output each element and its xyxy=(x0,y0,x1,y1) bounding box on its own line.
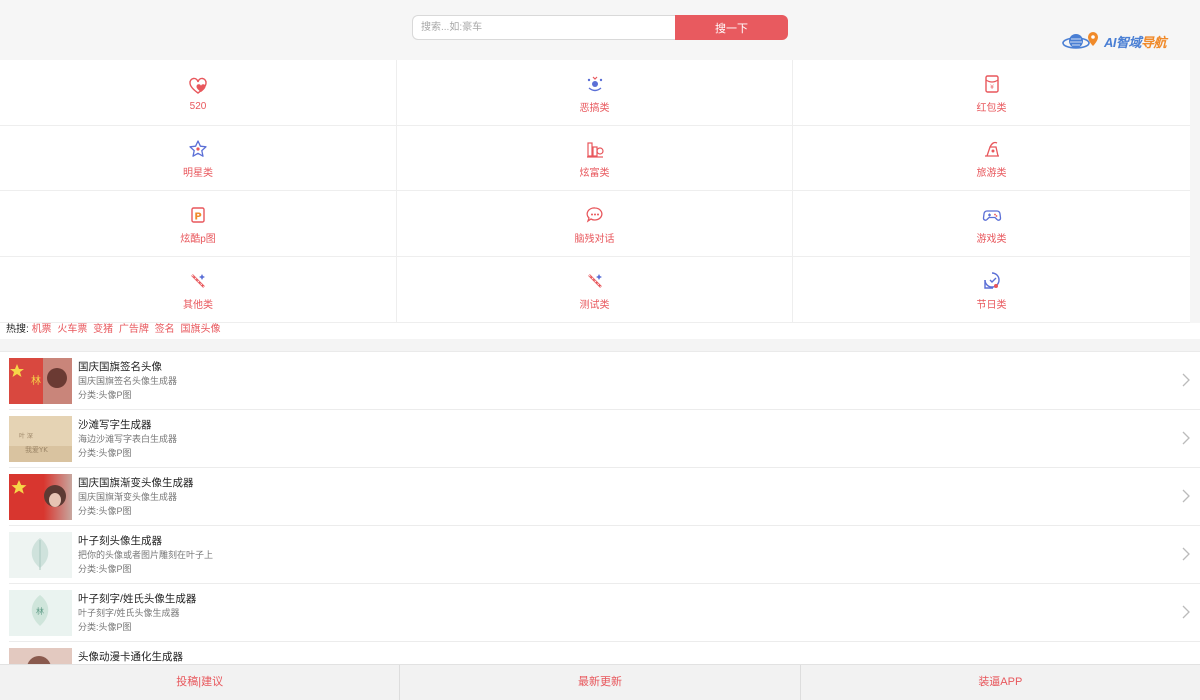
category-games[interactable]: 游戏类 xyxy=(793,191,1190,257)
category-cool-photoshop[interactable]: P 炫酷p图 xyxy=(0,191,397,257)
search-form: 搜一下 xyxy=(412,15,788,40)
search-button[interactable]: 搜一下 xyxy=(675,15,788,40)
sand-writing-thumbnail: 叶 深我爱YK xyxy=(9,416,72,462)
list-item-title: 头像动漫卡通化生成器 xyxy=(78,651,183,663)
category-red-envelope[interactable]: ¥ 红包类 xyxy=(793,60,1190,126)
category-label: 脑残对话 xyxy=(574,233,615,245)
category-label: 节日类 xyxy=(976,299,1007,311)
site-logo[interactable]: AI智域导航 xyxy=(1062,28,1182,54)
hot-search-link[interactable]: 签名 xyxy=(155,324,175,335)
list-item-title: 国庆国旗签名头像 xyxy=(78,361,162,373)
category-label: 游戏类 xyxy=(976,233,1007,245)
festival-icon xyxy=(982,271,1002,291)
list-item-title: 国庆国旗渐变头像生成器 xyxy=(78,477,194,489)
money-stack-icon xyxy=(585,139,605,159)
search-input[interactable] xyxy=(412,15,675,40)
svg-text:¥: ¥ xyxy=(990,84,994,91)
category-prank[interactable]: 恶搞类 xyxy=(397,60,793,126)
category-test[interactable]: 测试类 xyxy=(397,257,793,323)
list-item[interactable]: 林 国庆国旗签名头像 国庆国旗签名头像生成器 分类:头像P图 xyxy=(9,352,1200,410)
svg-text:林: 林 xyxy=(36,606,44,616)
hot-search-title: 热搜: xyxy=(6,324,29,335)
travel-icon xyxy=(982,139,1002,159)
list-item[interactable]: 头像动漫卡通化生成器 xyxy=(9,642,1200,664)
flag-gradient-thumbnail xyxy=(9,474,72,520)
submit-suggestion-link[interactable]: 投稿|建议 xyxy=(0,665,401,700)
category-label: 炫酷p图 xyxy=(180,233,216,245)
red-envelope-icon: ¥ xyxy=(982,74,1002,94)
chevron-right-icon xyxy=(1180,546,1192,562)
logo-text: AI智域导航 xyxy=(1104,34,1167,50)
p-badge-icon: P xyxy=(188,205,208,225)
header: 搜一下 AI智域导航 xyxy=(0,0,1200,60)
hot-search-link[interactable]: 广告牌 xyxy=(119,324,149,335)
list-item-title: 叶子刻字/姓氏头像生成器 xyxy=(78,593,197,605)
hot-search-link[interactable]: 变猪 xyxy=(93,324,113,335)
list-item-title: 叶子刻头像生成器 xyxy=(78,535,162,547)
category-travel[interactable]: 旅游类 xyxy=(793,126,1190,191)
tool-list: 林 国庆国旗签名头像 国庆国旗签名头像生成器 分类:头像P图 叶 深我爱YK 沙… xyxy=(0,351,1200,664)
list-item-category: 分类:头像P图 xyxy=(78,448,132,458)
category-label: 其他类 xyxy=(183,299,213,311)
hot-search-bar: 热搜: 机票 火车票 变猪 广告牌 签名 国旗头像 xyxy=(0,323,1200,339)
list-item[interactable]: 国庆国旗渐变头像生成器 国庆国旗渐变头像生成器 分类:头像P图 xyxy=(9,468,1200,526)
anime-portrait-thumbnail xyxy=(9,648,72,664)
category-label: 旅游类 xyxy=(976,168,1007,179)
section-divider xyxy=(0,339,1200,351)
list-item-description: 海边沙滩写字表白生成器 xyxy=(78,434,178,444)
clown-face-icon xyxy=(585,74,605,94)
list-item-category: 分类:头像P图 xyxy=(78,564,132,574)
bottom-nav-bar: 投稿|建议 最新更新 装逼APP xyxy=(0,664,1200,700)
chevron-right-icon xyxy=(1180,488,1192,504)
category-grid: 520 恶搞类 ¥ 红包类 明星类 炫富类 旅游类 P 炫酷p图 脑残对话 游戏… xyxy=(0,60,1190,323)
category-celebrity[interactable]: 明星类 xyxy=(0,126,397,191)
category-label: 520 xyxy=(189,100,207,112)
svg-text:叶 深: 叶 深 xyxy=(19,432,33,440)
list-item-description: 叶子刻字/姓氏头像生成器 xyxy=(78,608,180,618)
category-label: 恶搞类 xyxy=(579,102,610,114)
magic-wand-icon xyxy=(188,271,208,291)
gamepad-icon xyxy=(982,205,1002,225)
hot-search-link[interactable]: 机票 xyxy=(32,324,52,335)
list-item[interactable]: 林 叶子刻字/姓氏头像生成器 叶子刻字/姓氏头像生成器 分类:头像P图 xyxy=(9,584,1200,642)
list-item[interactable]: 叶 深我爱YK 沙滩写字生成器 海边沙滩写字表白生成器 分类:头像P图 xyxy=(9,410,1200,468)
category-other[interactable]: 其他类 xyxy=(0,257,397,323)
list-item-category: 分类:头像P图 xyxy=(78,506,132,516)
category-520[interactable]: 520 xyxy=(0,60,397,126)
latest-updates-link[interactable]: 最新更新 xyxy=(400,665,801,700)
category-label: 炫富类 xyxy=(579,168,610,179)
category-show-off[interactable]: 炫富类 xyxy=(397,126,793,191)
magic-wand-icon xyxy=(585,271,605,291)
hot-search-link[interactable]: 国旗头像 xyxy=(180,324,220,335)
globe-pin-icon xyxy=(1062,32,1098,49)
list-item-category: 分类:头像P图 xyxy=(78,390,132,400)
category-label: 红包类 xyxy=(976,102,1007,114)
svg-text:P: P xyxy=(194,211,201,222)
list-item-category: 分类:头像P图 xyxy=(78,622,132,632)
list-item-description: 国庆国旗渐变头像生成器 xyxy=(78,492,178,502)
star-icon xyxy=(188,139,208,159)
hot-search-link[interactable]: 火车票 xyxy=(57,324,87,335)
svg-text:林: 林 xyxy=(31,374,41,387)
chevron-right-icon xyxy=(1180,604,1192,620)
heart-icon xyxy=(188,76,208,96)
category-silly-dialog[interactable]: 脑残对话 xyxy=(397,191,793,257)
chevron-right-icon xyxy=(1180,372,1192,388)
category-festival[interactable]: 节日类 xyxy=(793,257,1190,323)
leaf-name-thumbnail: 林 xyxy=(9,590,72,636)
list-item-title: 沙滩写字生成器 xyxy=(78,419,152,431)
svg-text:我爱YK: 我爱YK xyxy=(25,445,48,454)
list-item-description: 国庆国旗签名头像生成器 xyxy=(78,376,178,386)
category-label: 测试类 xyxy=(579,299,610,311)
chat-bubble-icon xyxy=(585,205,605,225)
app-download-link[interactable]: 装逼APP xyxy=(801,665,1200,700)
flag-portrait-thumbnail: 林 xyxy=(9,358,72,404)
list-item[interactable]: 叶子刻头像生成器 把你的头像或者图片雕刻在叶子上 分类:头像P图 xyxy=(9,526,1200,584)
chevron-right-icon xyxy=(1180,430,1192,446)
category-label: 明星类 xyxy=(183,168,213,179)
leaf-carving-thumbnail xyxy=(9,532,72,578)
list-item-description: 把你的头像或者图片雕刻在叶子上 xyxy=(78,550,214,560)
